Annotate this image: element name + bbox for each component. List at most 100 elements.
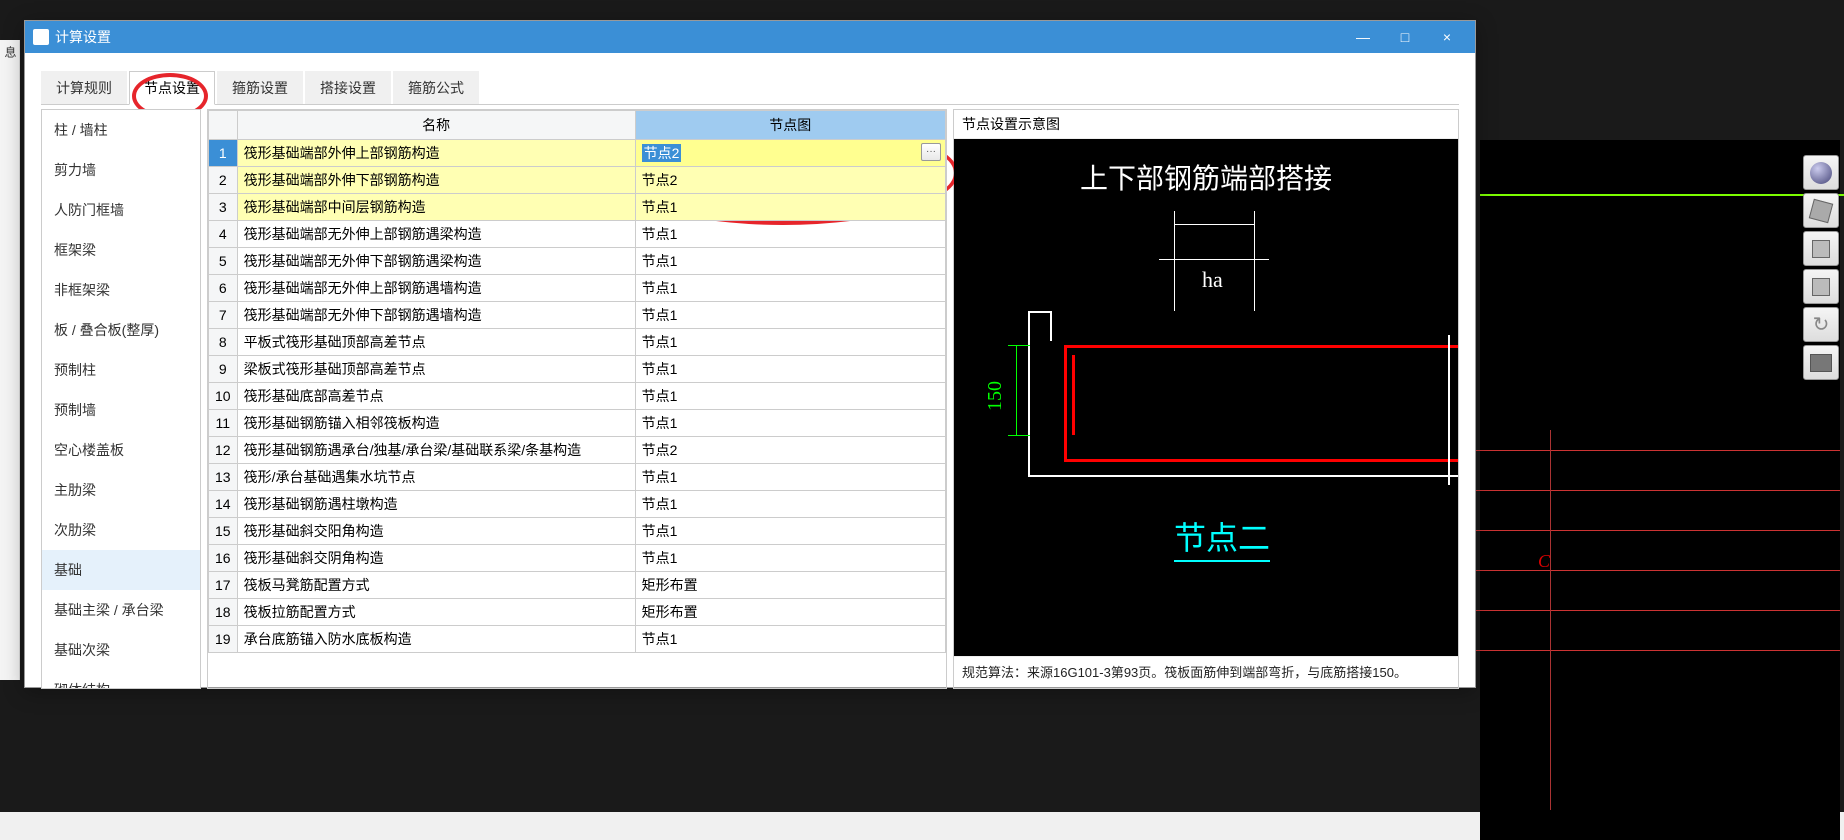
sidebar-item-7[interactable]: 预制墙 [42, 390, 200, 430]
row-value[interactable]: 矩形布置 [635, 572, 945, 599]
sidebar-item-0[interactable]: 柱 / 墙柱 [42, 110, 200, 150]
cad-axis-marker: C [1538, 551, 1550, 572]
sidebar-item-3[interactable]: 框架梁 [42, 230, 200, 270]
sidebar-item-11[interactable]: 基础 [42, 550, 200, 590]
table-row[interactable]: 19承台底筋锚入防水底板构造节点1 [209, 626, 946, 653]
sidebar-item-1[interactable]: 剪力墙 [42, 150, 200, 190]
view-iso-icon[interactable] [1803, 231, 1839, 266]
row-value[interactable]: 节点1 [635, 518, 945, 545]
row-number: 13 [209, 464, 238, 491]
tab-0[interactable]: 计算规则 [41, 71, 127, 104]
view-panel-icon[interactable] [1803, 345, 1839, 380]
view-3d-icon[interactable] [1803, 193, 1839, 228]
sidebar-item-10[interactable]: 次肋梁 [42, 510, 200, 550]
sidebar-item-8[interactable]: 空心楼盖板 [42, 430, 200, 470]
row-value[interactable]: 矩形布置 [635, 599, 945, 626]
table-row[interactable]: 9梁板式筏形基础顶部高差节点节点1 [209, 356, 946, 383]
tab-3[interactable]: 搭接设置 [305, 71, 391, 104]
row-name: 筏形基础端部无外伸下部钢筋遇墙构造 [237, 302, 635, 329]
row-name: 筏形基础端部外伸上部钢筋构造 [237, 140, 635, 167]
row-value[interactable]: 节点1 [635, 194, 945, 221]
table-row[interactable]: 6筏形基础端部无外伸上部钢筋遇墙构造节点1 [209, 275, 946, 302]
row-number: 8 [209, 329, 238, 356]
sidebar-item-4[interactable]: 非框架梁 [42, 270, 200, 310]
settings-table[interactable]: 名称 节点图 1筏形基础端部外伸上部钢筋构造节点2···2筏形基础端部外伸下部钢… [207, 109, 947, 689]
row-value[interactable]: 节点1 [635, 302, 945, 329]
table-row[interactable]: 18筏板拉筋配置方式矩形布置 [209, 599, 946, 626]
row-value[interactable]: 节点1 [635, 275, 945, 302]
table-row[interactable]: 11筏形基础钢筋锚入相邻筏板构造节点1 [209, 410, 946, 437]
table-row[interactable]: 17筏板马凳筋配置方式矩形布置 [209, 572, 946, 599]
tab-1[interactable]: 节点设置 [129, 71, 215, 105]
table-row[interactable]: 15筏形基础斜交阳角构造节点1 [209, 518, 946, 545]
row-number: 4 [209, 221, 238, 248]
row-name: 筏形基础端部无外伸下部钢筋遇梁构造 [237, 248, 635, 275]
table-row[interactable]: 12筏形基础钢筋遇承台/独基/承台梁/基础联系梁/条基构造节点2 [209, 437, 946, 464]
sidebar-item-12[interactable]: 基础主梁 / 承台梁 [42, 590, 200, 630]
row-number: 7 [209, 302, 238, 329]
sidebar-item-9[interactable]: 主肋梁 [42, 470, 200, 510]
row-value[interactable]: 节点1 [635, 626, 945, 653]
row-number: 11 [209, 410, 238, 437]
row-value[interactable]: 节点1 [635, 383, 945, 410]
diagram-panel-title: 节点设置示意图 [954, 110, 1458, 139]
row-value[interactable]: 节点2··· [635, 140, 945, 167]
row-value[interactable]: 节点1 [635, 545, 945, 572]
table-row[interactable]: 4筏形基础端部无外伸上部钢筋遇梁构造节点1 [209, 221, 946, 248]
diagram-ha-label: ha [1202, 267, 1223, 293]
table-row[interactable]: 16筏形基础斜交阴角构造节点1 [209, 545, 946, 572]
minimize-button[interactable]: — [1343, 22, 1383, 52]
row-name: 筏形/承台基础遇集水坑节点 [237, 464, 635, 491]
calc-settings-dialog: 计算设置 — □ × 计算规则节点设置箍筋设置搭接设置箍筋公式 柱 / 墙柱剪力… [24, 20, 1476, 688]
row-name: 筏形基础端部无外伸上部钢筋遇墙构造 [237, 275, 635, 302]
sidebar-item-14[interactable]: 砌体结构 [42, 670, 200, 689]
row-value[interactable]: 节点1 [635, 248, 945, 275]
view-refresh-icon[interactable]: ↻ [1803, 307, 1839, 342]
row-number: 9 [209, 356, 238, 383]
row-number: 2 [209, 167, 238, 194]
table-row[interactable]: 1筏形基础端部外伸上部钢筋构造节点2··· [209, 140, 946, 167]
table-row[interactable]: 14筏形基础钢筋遇柱墩构造节点1 [209, 491, 946, 518]
table-row[interactable]: 8平板式筏形基础顶部高差节点节点1 [209, 329, 946, 356]
cad-green-line [1480, 194, 1844, 196]
diagram-node-name: 节点二 [1174, 513, 1270, 562]
row-name: 筏形基础钢筋遇承台/独基/承台梁/基础联系梁/条基构造 [237, 437, 635, 464]
category-sidebar[interactable]: 柱 / 墙柱剪力墙人防门框墙框架梁非框架梁板 / 叠合板(整厚)预制柱预制墙空心… [41, 109, 201, 689]
cell-ellipsis-button[interactable]: ··· [921, 143, 941, 161]
row-value[interactable]: 节点1 [635, 491, 945, 518]
table-row[interactable]: 7筏形基础端部无外伸下部钢筋遇墙构造节点1 [209, 302, 946, 329]
table-row[interactable]: 10筏形基础底部高差节点节点1 [209, 383, 946, 410]
row-number: 12 [209, 437, 238, 464]
header-node[interactable]: 节点图 [635, 111, 945, 140]
maximize-button[interactable]: □ [1385, 22, 1425, 52]
row-value[interactable]: 节点1 [635, 464, 945, 491]
sidebar-item-2[interactable]: 人防门框墙 [42, 190, 200, 230]
row-value[interactable]: 节点1 [635, 329, 945, 356]
row-value[interactable]: 节点1 [635, 410, 945, 437]
sidebar-item-5[interactable]: 板 / 叠合板(整厚) [42, 310, 200, 350]
row-name: 筏形基础底部高差节点 [237, 383, 635, 410]
right-toolbar: ↻ [1803, 155, 1841, 383]
tab-4[interactable]: 箍筋公式 [393, 71, 479, 104]
tab-2[interactable]: 箍筋设置 [217, 71, 303, 104]
sidebar-item-6[interactable]: 预制柱 [42, 350, 200, 390]
row-name: 筏形基础斜交阳角构造 [237, 518, 635, 545]
diagram-dim-150: 150 [984, 381, 1007, 411]
row-value[interactable]: 节点2 [635, 437, 945, 464]
close-button[interactable]: × [1427, 22, 1467, 52]
row-number: 16 [209, 545, 238, 572]
table-row[interactable]: 5筏形基础端部无外伸下部钢筋遇梁构造节点1 [209, 248, 946, 275]
view-cube-icon[interactable] [1803, 269, 1839, 304]
view-sphere-icon[interactable] [1803, 155, 1839, 190]
dialog-titlebar[interactable]: 计算设置 — □ × [25, 21, 1475, 53]
row-value[interactable]: 节点1 [635, 221, 945, 248]
row-value[interactable]: 节点2 [635, 167, 945, 194]
row-value[interactable]: 节点1 [635, 356, 945, 383]
row-name: 平板式筏形基础顶部高差节点 [237, 329, 635, 356]
table-row[interactable]: 2筏形基础端部外伸下部钢筋构造节点2 [209, 167, 946, 194]
row-number: 6 [209, 275, 238, 302]
table-row[interactable]: 3筏形基础端部中间层钢筋构造节点1 [209, 194, 946, 221]
table-row[interactable]: 13筏形/承台基础遇集水坑节点节点1 [209, 464, 946, 491]
dialog-title: 计算设置 [55, 27, 1343, 47]
sidebar-item-13[interactable]: 基础次梁 [42, 630, 200, 670]
